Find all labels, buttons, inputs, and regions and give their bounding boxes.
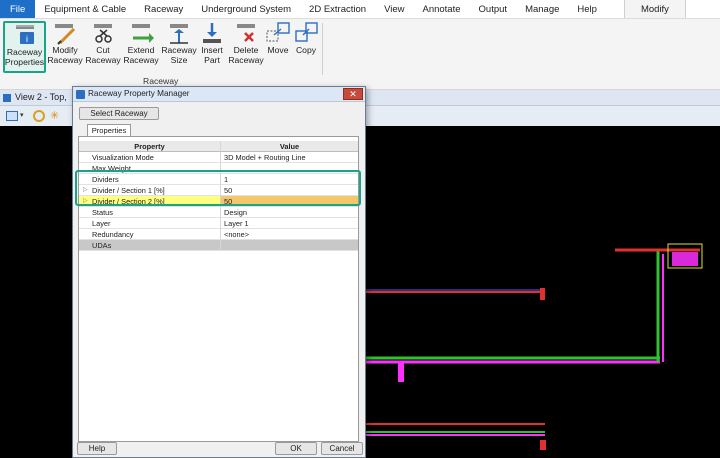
delete-raceway-icon	[233, 21, 259, 45]
grid-header: Property Value	[79, 141, 358, 152]
menu-view[interactable]: View	[375, 0, 413, 18]
view-attributes-icon[interactable]	[6, 111, 18, 121]
ok-button[interactable]: OK	[275, 442, 317, 455]
menu-underground-system[interactable]: Underground System	[192, 0, 300, 18]
extend-raceway-label: Extend Raceway	[123, 45, 159, 65]
menu-file[interactable]: File	[0, 0, 36, 18]
raceway-size-label: Raceway Size	[161, 45, 197, 65]
view-window-icon	[3, 94, 11, 102]
extend-raceway-icon	[128, 21, 154, 45]
raceway-size-icon	[166, 21, 192, 45]
property-value[interactable]: Design	[220, 207, 358, 218]
delete-raceway-label: Delete Raceway	[228, 45, 264, 65]
app-icon	[76, 90, 85, 99]
property-name: Visualization Mode	[79, 152, 220, 163]
insert-part-icon	[199, 21, 225, 45]
raceway-property-manager-dialog: Raceway Property Manager ✕ Select Racewa…	[72, 86, 366, 458]
raceway-size-button[interactable]: Raceway Size	[161, 21, 197, 73]
insert-part-button[interactable]: Insert Part	[198, 21, 226, 73]
raceway-properties-button[interactable]: i Raceway Properties	[3, 21, 46, 73]
modify-raceway-button[interactable]: Modify Raceway	[47, 21, 83, 73]
menu-bar: File Equipment & Cable Raceway Undergrou…	[0, 0, 720, 19]
table-row[interactable]: Layer Layer 1	[79, 218, 358, 229]
move-label: Move	[267, 45, 289, 55]
table-row[interactable]: Status Design	[79, 207, 358, 218]
menu-manage[interactable]: Manage	[516, 0, 568, 18]
menu-annotate[interactable]: Annotate	[413, 0, 469, 18]
copy-label: Copy	[295, 45, 317, 55]
ribbon-group-label: Raceway	[143, 76, 179, 86]
extend-raceway-button[interactable]: Extend Raceway	[123, 21, 159, 73]
cancel-button[interactable]: Cancel	[321, 442, 363, 455]
move-icon	[265, 21, 291, 45]
table-row[interactable]: Visualization Mode 3D Model + Routing Li…	[79, 152, 358, 163]
column-header-value: Value	[220, 141, 358, 152]
chevron-down-icon[interactable]: ▾	[20, 111, 24, 119]
ribbon-separator	[322, 23, 323, 75]
raceway-properties-icon: i	[12, 23, 38, 47]
insert-part-label: Insert Part	[201, 45, 223, 65]
close-icon[interactable]: ✕	[343, 88, 363, 100]
select-raceway-button[interactable]: Select Raceway	[79, 107, 159, 120]
move-button[interactable]: Move	[265, 21, 291, 73]
property-name: Redundancy	[79, 229, 220, 240]
property-name: Status	[79, 207, 220, 218]
cut-raceway-icon	[90, 21, 116, 45]
modify-raceway-label: Modify Raceway	[47, 45, 83, 65]
lighting-icon[interactable]: ✳	[50, 109, 59, 122]
property-value[interactable]: <none>	[220, 229, 358, 240]
svg-text:i: i	[26, 34, 28, 44]
property-name: Layer	[79, 218, 220, 229]
property-value[interactable]: Layer 1	[220, 218, 358, 229]
dialog-title: Raceway Property Manager	[88, 89, 190, 98]
menu-equipment-cable[interactable]: Equipment & Cable	[35, 0, 135, 18]
menu-help[interactable]: Help	[568, 0, 606, 18]
menu-raceway[interactable]: Raceway	[135, 0, 192, 18]
cut-raceway-button[interactable]: Cut Raceway	[85, 21, 121, 73]
expand-arrow-icon[interactable]: ▷	[83, 196, 88, 207]
view-display-icon[interactable]	[33, 110, 45, 122]
menu-2d-extraction[interactable]: 2D Extraction	[300, 0, 375, 18]
modify-raceway-icon	[52, 21, 78, 45]
highlight-annotation-box	[75, 170, 361, 206]
column-header-property: Property	[79, 141, 220, 152]
copy-icon	[293, 21, 319, 45]
menu-modify[interactable]: Modify	[623, 0, 686, 18]
help-button[interactable]: Help	[77, 442, 117, 455]
ribbon: i Raceway Properties Modify Raceway Cut …	[0, 19, 720, 90]
table-row-group[interactable]: UDAs	[79, 240, 358, 251]
property-value	[220, 240, 358, 251]
raceway-properties-label: Raceway Properties	[4, 47, 45, 67]
tab-properties[interactable]: Properties	[87, 124, 131, 136]
view-title: View 2 - Top,	[15, 92, 67, 102]
property-name: UDAs	[79, 240, 220, 251]
copy-button[interactable]: Copy	[292, 21, 320, 73]
cut-raceway-label: Cut Raceway	[85, 45, 121, 65]
property-value[interactable]: 3D Model + Routing Line	[220, 152, 358, 163]
delete-raceway-button[interactable]: Delete Raceway	[227, 21, 265, 73]
table-row[interactable]: Redundancy <none>	[79, 229, 358, 240]
dialog-title-bar[interactable]: Raceway Property Manager ✕	[73, 87, 365, 102]
menu-output[interactable]: Output	[470, 0, 517, 18]
